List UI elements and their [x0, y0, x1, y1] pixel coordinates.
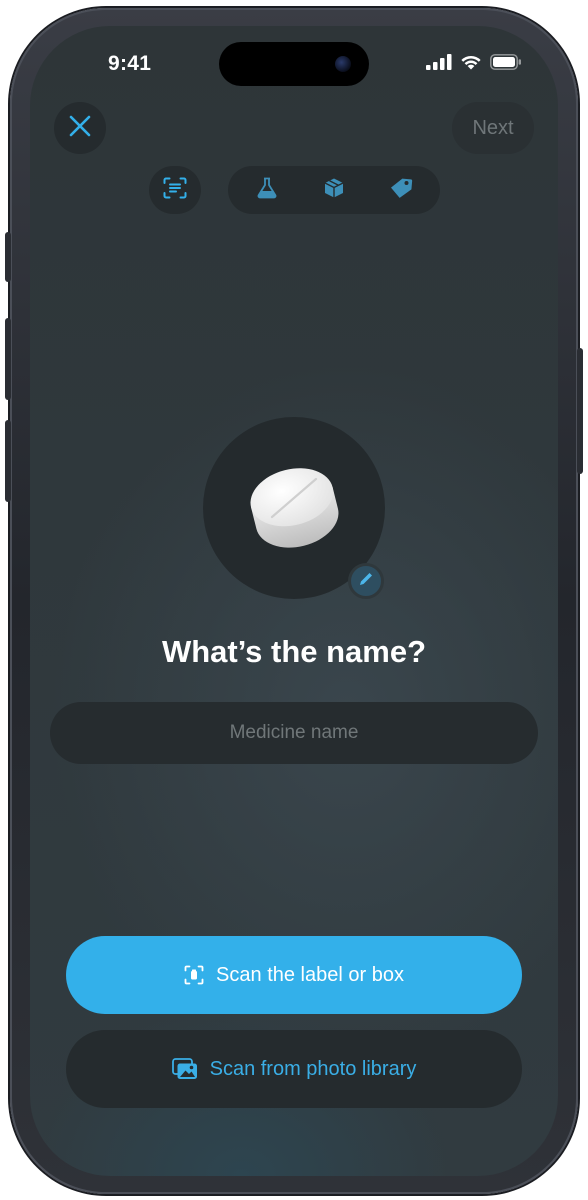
type-label-button[interactable] — [377, 170, 425, 210]
dynamic-island — [219, 42, 369, 86]
next-button[interactable]: Next — [452, 102, 534, 154]
status-time: 9:41 — [108, 52, 152, 75]
pill-icon — [244, 461, 344, 556]
photo-library-icon — [171, 1058, 198, 1080]
medication-type-group — [228, 166, 440, 214]
volume-up-button — [5, 318, 11, 400]
scan-label-text: Scan the label or box — [216, 963, 404, 986]
battery-icon — [490, 54, 522, 70]
power-button — [577, 348, 583, 474]
flask-icon — [256, 177, 278, 204]
app-screen: 9:41 Next What’s the name? Medicine name… — [30, 26, 558, 1176]
volume-down-button — [5, 420, 11, 502]
scan-label-button[interactable]: Scan the label or box — [66, 936, 522, 1014]
scan-mode-button[interactable] — [149, 166, 201, 214]
wifi-icon — [460, 54, 482, 70]
pencil-icon — [358, 571, 374, 592]
action-button — [5, 232, 11, 282]
edit-appearance-button[interactable] — [348, 563, 384, 599]
scan-text-icon — [163, 177, 187, 204]
front-camera — [335, 56, 351, 72]
page-title: What’s the name? — [161, 634, 427, 669]
scan-photo-library-text: Scan from photo library — [209, 1057, 417, 1080]
scan-photo-library-button[interactable]: Scan from photo library — [66, 1030, 522, 1108]
type-package-button[interactable] — [310, 170, 358, 210]
scan-document-icon — [184, 965, 204, 985]
type-liquid-button[interactable] — [243, 170, 291, 210]
close-button[interactable] — [54, 102, 106, 154]
status-icons — [426, 54, 522, 70]
cellular-signal-icon — [426, 54, 452, 70]
tag-icon — [389, 177, 413, 204]
box-icon — [323, 177, 345, 204]
medicine-name-input[interactable] — [50, 702, 538, 764]
close-icon — [68, 114, 92, 143]
